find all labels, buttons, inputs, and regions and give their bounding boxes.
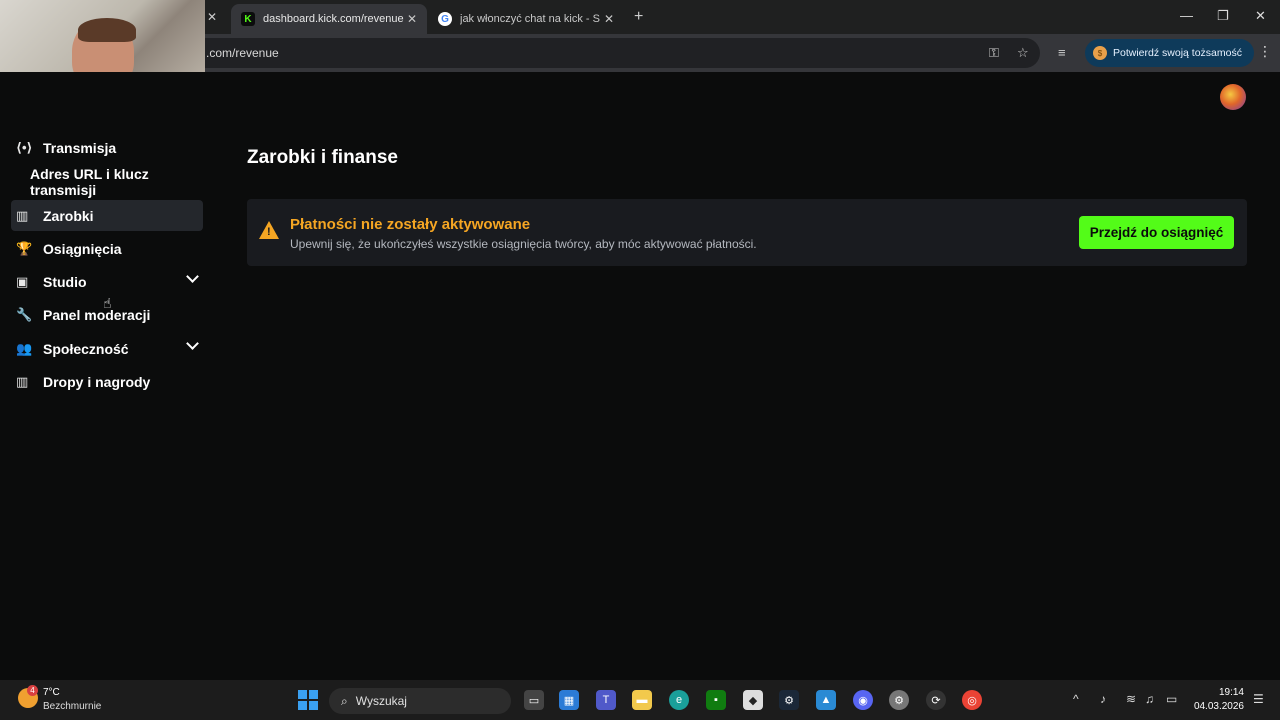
star-icon[interactable]: ☆ xyxy=(1017,45,1029,61)
minimize-icon[interactable]: — xyxy=(1180,8,1193,23)
sidebar-item-stream-key[interactable]: Adres URL i klucz transmisji xyxy=(30,165,215,198)
menu-icon[interactable]: ⋮ xyxy=(1258,43,1272,60)
photos-icon[interactable]: ▲ xyxy=(816,690,836,710)
sidebar-item-label: Panel moderacji xyxy=(43,306,151,323)
sidebar-item-zarobki[interactable]: ▥ Zarobki xyxy=(11,200,203,231)
sidebar-item-label: Osiągnięcia xyxy=(43,240,122,257)
close-tab-icon[interactable]: ✕ xyxy=(407,12,417,26)
payments-alert: ! Płatności nie zostały aktywowane Upewn… xyxy=(247,199,1247,266)
tab-search[interactable]: G jak włonczyć chat na kick - Szuk ✕ xyxy=(428,4,624,34)
go-to-achievements-button[interactable]: Przejdź do osiągnięć xyxy=(1079,216,1234,249)
chevron-down-icon[interactable] xyxy=(186,337,199,350)
store-icon[interactable]: ▦ xyxy=(559,690,579,710)
dashboard-page: ⟨•⟩ Transmisja Adres URL i klucz transmi… xyxy=(0,72,1280,680)
settings-icon[interactable]: ⚙ xyxy=(889,690,909,710)
sidebar-item-label: Studio xyxy=(43,273,87,290)
close-tab-icon[interactable]: ✕ xyxy=(604,12,614,26)
tab-dashboard[interactable]: K dashboard.kick.com/revenue ✕ xyxy=(231,4,427,34)
volume-icon[interactable]: ♫ xyxy=(1145,692,1154,706)
wifi-icon[interactable]: ≋ xyxy=(1126,692,1136,706)
clock-date[interactable]: 04.03.2026 xyxy=(1190,701,1244,712)
teams-icon[interactable]: T xyxy=(596,690,616,710)
steam-icon[interactable]: ⚙ xyxy=(779,690,799,710)
kick-icon: K xyxy=(241,12,255,26)
sidebar-item-label: Dropy i nagrody xyxy=(43,373,151,390)
tab-title: jak włonczyć chat na kick - Szuk xyxy=(460,13,600,25)
microphone-icon[interactable]: ♪ xyxy=(1100,692,1106,706)
maximize-icon[interactable]: ❐ xyxy=(1217,8,1229,24)
url-text[interactable]: .com/revenue xyxy=(206,46,279,60)
close-tab-icon[interactable]: ✕ xyxy=(207,10,217,24)
chart-icon: ▥ xyxy=(16,207,29,223)
gift-icon: ▥ xyxy=(16,373,29,389)
key-icon[interactable]: ⚿ xyxy=(989,45,999,61)
clock-time[interactable]: 19:14 xyxy=(1196,687,1244,698)
sidebar-item-osiagniecia[interactable]: 🏆 Osiągnięcia xyxy=(11,233,203,264)
new-tab-icon[interactable]: + xyxy=(634,8,643,26)
sidebar-item-spolecznosc[interactable]: 👥 Społeczność xyxy=(11,333,203,364)
task-view-icon[interactable]: ▭ xyxy=(524,690,544,710)
app-icon[interactable]: ⟳ xyxy=(926,690,946,710)
studio-icon: ▣ xyxy=(16,273,29,289)
explorer-icon[interactable]: ▬ xyxy=(632,690,652,710)
search-placeholder: Wyszukaj xyxy=(355,694,407,708)
taskbar-search[interactable]: ⌕ Wyszukaj xyxy=(329,688,511,714)
coin-icon: $ xyxy=(1093,46,1107,60)
weather-badge: 4 xyxy=(27,685,38,696)
notifications-icon[interactable]: ☰ xyxy=(1253,692,1264,706)
verify-identity-button[interactable]: $ Potwierdź swoją tożsamość xyxy=(1085,39,1254,67)
weather-temp[interactable]: 7°C xyxy=(43,687,60,698)
weather-desc[interactable]: Bezchmurnie xyxy=(43,701,101,712)
mouse-cursor-icon: ☝ xyxy=(103,295,112,311)
chevron-down-icon[interactable] xyxy=(186,270,199,283)
trophy-icon: 🏆 xyxy=(16,240,33,256)
chrome-icon[interactable]: ◎ xyxy=(962,690,982,710)
people-icon: 👥 xyxy=(16,340,33,356)
window-close-icon[interactable]: ✕ xyxy=(1255,8,1266,24)
battery-icon[interactable]: ▭ xyxy=(1166,692,1177,706)
alert-title: Płatności nie zostały aktywowane xyxy=(290,216,531,233)
alert-description: Upewnij się, że ukończyłeś wszystkie osi… xyxy=(290,237,757,251)
media-icon[interactable]: ≡ xyxy=(1058,45,1066,60)
wrench-icon: 🔧 xyxy=(16,306,33,322)
sidebar-item-label: Transmisja xyxy=(43,139,117,156)
sidebar-item-studio[interactable]: ▣ Studio xyxy=(11,266,203,297)
taskbar: 4 7°C Bezchmurnie ⌕ Wyszukaj ▭ ▦ T ▬ e ▪… xyxy=(0,680,1280,720)
sidebar-item-label: Społeczność xyxy=(43,340,129,357)
roblox-icon[interactable]: ◆ xyxy=(743,690,763,710)
user-avatar[interactable] xyxy=(1220,84,1246,110)
sidebar-item-label: Zarobki xyxy=(43,207,94,224)
google-icon: G xyxy=(438,12,452,26)
start-button[interactable] xyxy=(298,690,318,710)
sidebar-item-dropy[interactable]: ▥ Dropy i nagrody xyxy=(11,366,203,397)
discord-icon[interactable]: ◉ xyxy=(853,690,873,710)
sidebar-item-transmisja[interactable]: ⟨•⟩ Transmisja xyxy=(11,132,203,163)
xbox-icon[interactable]: ▪ xyxy=(706,690,726,710)
page-title: Zarobki i finanse xyxy=(247,147,398,168)
search-icon: ⌕ xyxy=(341,693,348,708)
chevron-up-icon[interactable]: ^ xyxy=(1073,692,1079,706)
verify-identity-label: Potwierdź swoją tożsamość xyxy=(1113,47,1242,59)
edge-icon[interactable]: e xyxy=(669,690,689,710)
sidebar-item-label: Adres URL i klucz transmisji xyxy=(30,165,149,198)
broadcast-icon: ⟨•⟩ xyxy=(16,139,33,155)
tab-title: dashboard.kick.com/revenue xyxy=(263,13,404,25)
